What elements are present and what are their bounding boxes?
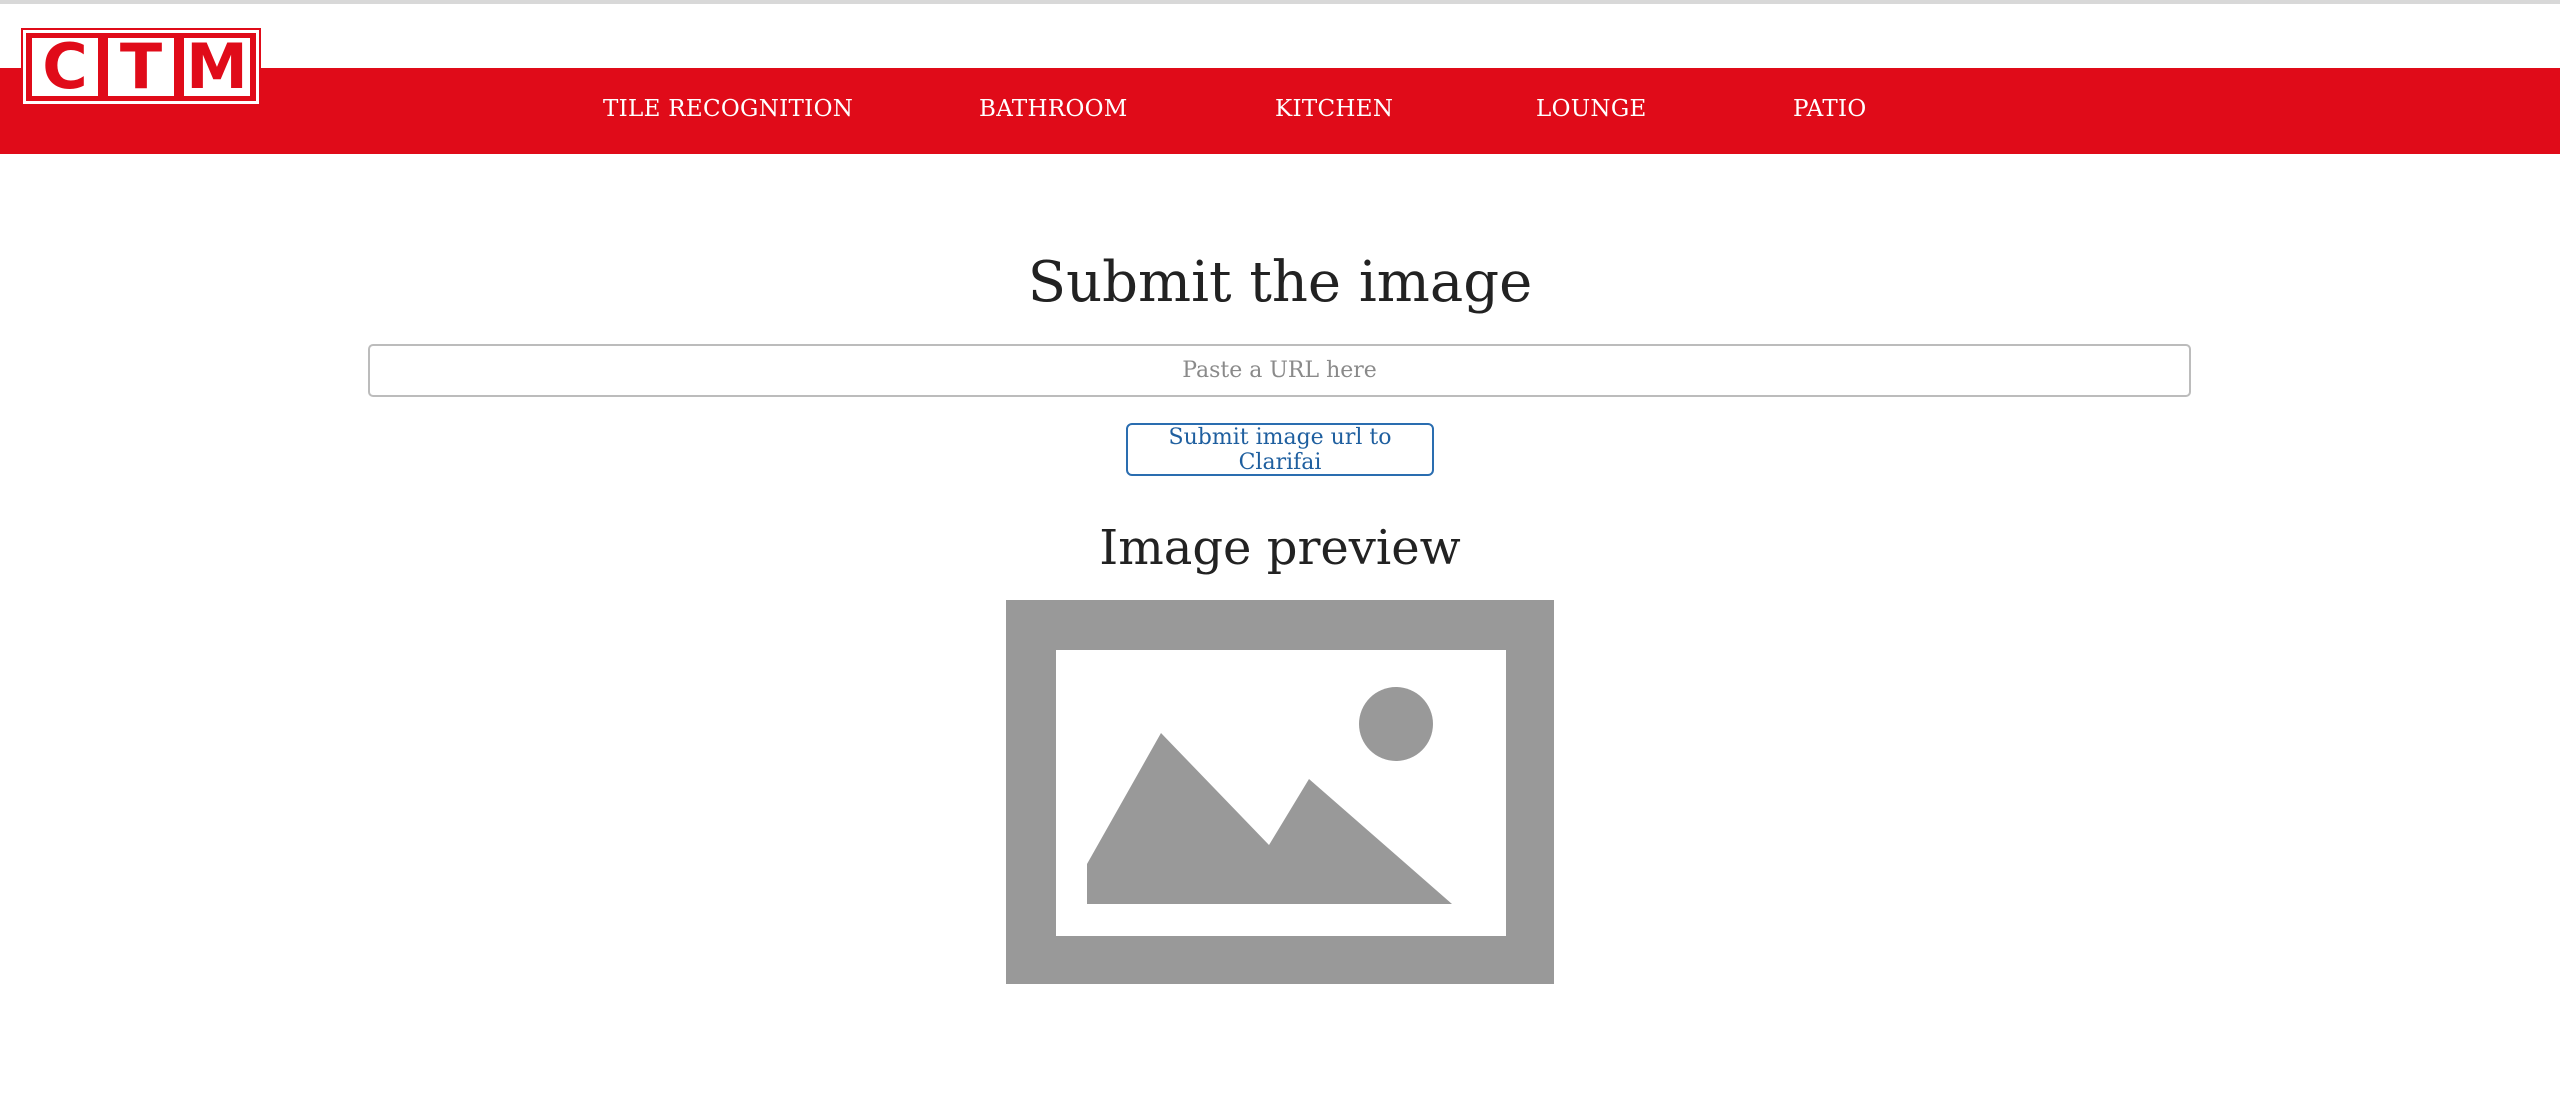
logo-tile-c: C bbox=[32, 38, 98, 96]
page-title: Submit the image bbox=[1027, 250, 1533, 315]
image-placeholder-icon bbox=[1006, 600, 1554, 984]
page: C T M TILE RECOGNITION BATHROOM KITCHEN … bbox=[0, 0, 2560, 1108]
nav-lounge[interactable]: LOUNGE bbox=[1536, 96, 1647, 122]
logo-letter-c: C bbox=[42, 38, 88, 96]
preview-title: Image preview bbox=[1099, 520, 1461, 576]
nav-patio[interactable]: PATIO bbox=[1793, 96, 1867, 122]
nav-kitchen[interactable]: KITCHEN bbox=[1275, 96, 1393, 122]
nav-tile-recognition[interactable]: TILE RECOGNITION bbox=[603, 96, 853, 122]
logo-letter-m: M bbox=[186, 38, 248, 96]
image-preview bbox=[1006, 600, 1554, 984]
nav-bathroom[interactable]: BATHROOM bbox=[979, 96, 1128, 122]
top-divider bbox=[0, 0, 2560, 4]
logo-tile-t: T bbox=[108, 38, 174, 96]
logo-letter-t: T bbox=[119, 38, 163, 96]
ctm-logo[interactable]: C T M bbox=[23, 30, 259, 104]
submit-url-button[interactable]: Submit image url to Clarifai bbox=[1126, 423, 1434, 476]
url-input[interactable] bbox=[368, 344, 2191, 397]
logo-tile-m: M bbox=[184, 38, 250, 96]
